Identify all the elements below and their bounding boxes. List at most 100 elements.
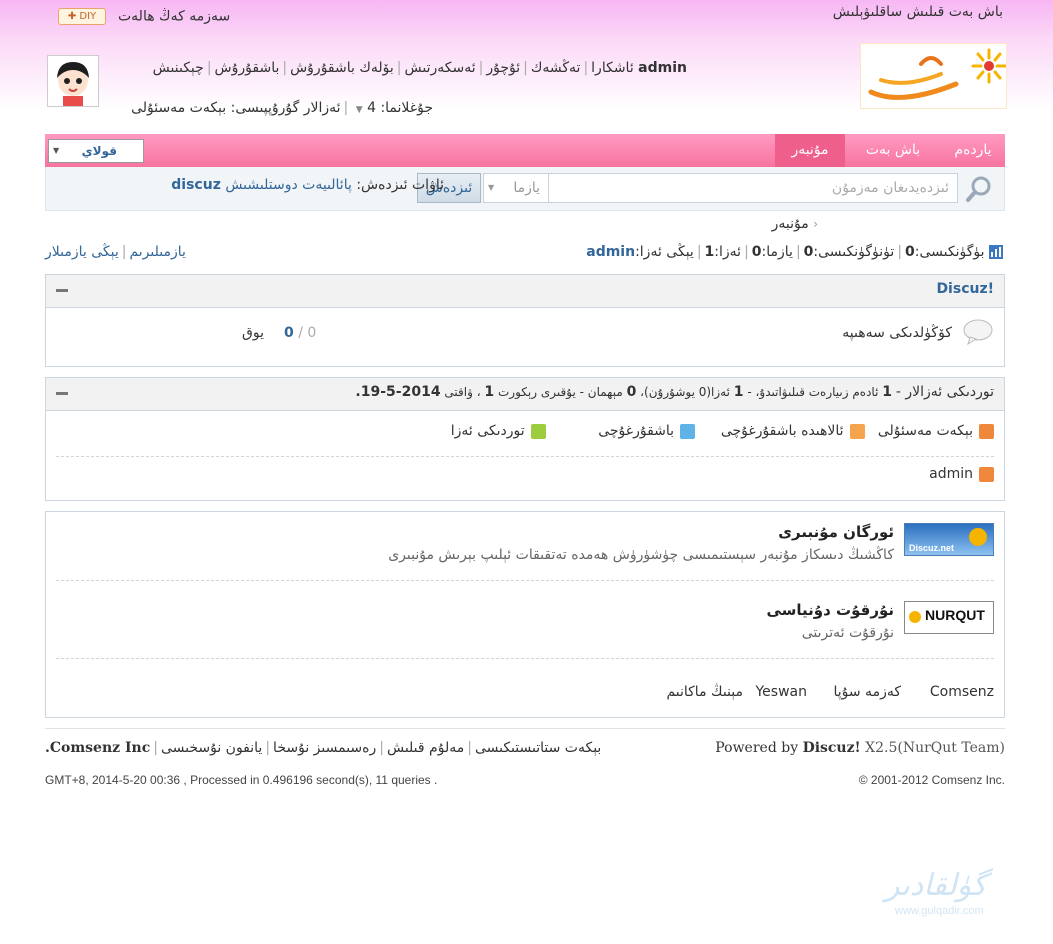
- discuz-link[interactable]: Discuz!: [803, 740, 861, 756]
- chevron-down-icon: ▼: [488, 183, 495, 192]
- stat-yesterday: 0: [803, 244, 814, 260]
- menu-settings[interactable]: تەڭشەك: [531, 60, 581, 76]
- footer-link[interactable]: يانفون نۇسخىسى: [161, 740, 262, 756]
- online-box: توردىكى ئەزالار - 1 ئادەم زىيارەت قىلىۋا…: [45, 377, 1005, 501]
- friend-links-box: Discuz.net ئورگان مۇنبىرى كاڭشىڭ دىسكاز …: [45, 511, 1005, 718]
- hot-search-label: ئاۋات ئىزدەش:: [356, 177, 444, 193]
- footer-link[interactable]: رەسىمسىز نۇسخا: [273, 740, 376, 756]
- user-avatar-icon: [48, 56, 98, 106]
- link-title[interactable]: نۇرقۇت دۇنياسى: [766, 601, 894, 619]
- forum-name-link[interactable]: كۆڭۈلدىكى سەھىپە: [842, 325, 952, 341]
- user-icon: [680, 423, 696, 439]
- menu-messages[interactable]: ئۇچۇر: [486, 60, 520, 76]
- divider: [56, 456, 994, 457]
- stat-today: 0: [905, 244, 915, 260]
- diy-arrow-icon: ✚: [67, 11, 77, 22]
- user-icon: [849, 423, 865, 439]
- menu-logout[interactable]: چېكىنىش: [153, 60, 204, 76]
- language-select[interactable]: ▼ قولاي: [48, 139, 144, 163]
- user-icon: [530, 423, 546, 439]
- dropdown-arrow-icon: ▼: [53, 146, 60, 155]
- text-link[interactable]: Comsenz: [930, 684, 994, 700]
- newest-member-link[interactable]: admin: [586, 244, 635, 260]
- footer-link[interactable]: مەلۇم قىلىش: [387, 740, 464, 756]
- copyright: © 2001-2012 Comsenz Inc.: [858, 773, 1005, 787]
- new-posts-link[interactable]: يېڭى يازمىلار: [45, 244, 119, 260]
- nav-item-help[interactable]: ياردەم: [941, 134, 1005, 167]
- avatar[interactable]: [47, 55, 99, 107]
- stat-members: 1: [704, 244, 715, 260]
- online-user-link[interactable]: admin: [929, 466, 973, 482]
- menu-admin[interactable]: باشقۇرۇش: [215, 60, 280, 76]
- collapse-icon[interactable]: [56, 289, 68, 292]
- watermark-url: www.gulqadir.com: [895, 905, 984, 917]
- search-input[interactable]: ئىزدەيدىغان مەزمۇن: [548, 173, 958, 203]
- processed-info: GMT+8, 2014-5-20 00:36 , Processed in 0.…: [45, 773, 438, 787]
- hot-search-item[interactable]: discuz: [171, 177, 221, 193]
- my-posts-link[interactable]: يازمىلىرىم: [129, 244, 185, 260]
- sun-logo-icon: [868, 48, 1007, 100]
- stat-posts: 0: [751, 244, 762, 260]
- text-link[interactable]: كەزمە سۇپا: [833, 684, 901, 700]
- sun-icon: [909, 611, 921, 623]
- online-legend: بېكەت مەسئۇلى ئالاھىدە باشقۇرغۇچى باشقۇر…: [451, 423, 994, 439]
- hot-search-item[interactable]: دوستلىشىش: [225, 177, 297, 193]
- user-icon: [979, 423, 994, 439]
- diy-button[interactable]: ✚ DIY: [58, 8, 106, 25]
- legend-item: بېكەت مەسئۇلى: [869, 423, 994, 439]
- hot-search-item[interactable]: پائالىيەت: [302, 177, 352, 193]
- collapse-icon[interactable]: [56, 392, 68, 395]
- topbar-right-links[interactable]: باش بەت قىلىش ساقلىۋېلىش: [833, 4, 1003, 20]
- nurqut-link-logo[interactable]: NURQUT: [904, 601, 994, 634]
- divider: [56, 658, 994, 659]
- category-box: Discuz! كۆڭۈلدىكى سەھىپە 0 / 0 يوق: [45, 274, 1005, 367]
- breadcrumb-current[interactable]: مۇنبەر: [772, 216, 809, 232]
- points-value[interactable]: 4: [367, 100, 376, 116]
- menu-section-admin[interactable]: بۆلەك باشقۇرۇش: [290, 60, 394, 76]
- user-info: جۇغلانما: 4 ▼ |ئەزالار گۇرۇپپىسى: بېكەت …: [131, 100, 433, 116]
- site-logo[interactable]: [860, 43, 1007, 109]
- nav-item-forum[interactable]: مۇنبەر: [775, 134, 845, 167]
- hot-searches: ئاۋات ئىزدەش: پائالىيەت دوستلىشىش discuz: [171, 177, 444, 193]
- link-description: كاڭشىڭ دىسكاز مۇنبەر سېستىمىسى چۈشۈرۈش ھ…: [388, 547, 894, 563]
- watermark: گۈلقادىر: [885, 868, 987, 903]
- chart-icon[interactable]: [989, 245, 1003, 259]
- user-menu: admin ئاشكارا|تەڭشەك|ئۇچۇر|ئەسكەرتىش|بۆل…: [152, 60, 687, 76]
- speech-bubble-icon: [962, 318, 994, 346]
- sun-icon: [969, 528, 987, 546]
- comsenz-link[interactable]: Comsenz Inc.: [45, 740, 150, 756]
- text-link[interactable]: Yeswan: [755, 684, 807, 700]
- group-value: بېكەت مەسئۇلى: [131, 100, 227, 116]
- points-label: جۇغلانما:: [380, 100, 433, 116]
- footer-links: بېكەت ستاتىستىكىسى|مەلۇم قىلىش|رەسىمسىز …: [45, 740, 602, 756]
- legend-item: باشقۇرغۇچى: [550, 423, 696, 439]
- online-title: توردىكى ئەزالار - 1 ئادەم زىيارەت قىلىۋا…: [355, 384, 994, 400]
- text-link[interactable]: مېنىڭ ماكانىم: [666, 684, 743, 700]
- link-description: نۇرقۇت ئەترىتى: [801, 625, 894, 641]
- online-user: admin: [929, 466, 994, 482]
- footer-powered: Powered by Discuz! X2.5(NurQut Team): [715, 740, 1005, 756]
- post-links: يازمىلىرىم|يېڭى يازمىلار: [45, 244, 186, 260]
- footer-link[interactable]: بېكەت ستاتىستىكىسى: [475, 740, 601, 756]
- discuz-link-logo[interactable]: Discuz.net: [904, 523, 994, 556]
- link-title[interactable]: ئورگان مۇنبىرى: [778, 523, 894, 541]
- category-header: Discuz!: [46, 275, 1004, 308]
- legend-item: ئالاھىدە باشقۇرغۇچى: [700, 423, 865, 439]
- points-dropdown-icon[interactable]: ▼: [356, 105, 363, 115]
- search-category-select[interactable]: ▼ يازما: [483, 173, 548, 203]
- forum-stats: بۈگۈنكىسى:0|تۈنۈگۈنكىسى:0|يازما:0|ئەزا:1…: [586, 244, 1003, 260]
- footer-divider: [45, 728, 1005, 729]
- search-icon[interactable]: [964, 175, 994, 203]
- topbar-left-links[interactable]: سەزمە كەڭ ھالەت: [118, 9, 230, 25]
- user-icon: [979, 466, 994, 482]
- forum-last-post: يوق: [242, 325, 264, 341]
- chevron-left-icon: ‹: [813, 217, 818, 231]
- menu-notifications[interactable]: ئەسكەرتىش: [405, 60, 476, 76]
- menu-public[interactable]: ئاشكارا: [591, 60, 634, 76]
- username-link[interactable]: admin: [638, 60, 687, 76]
- nav-item-home[interactable]: باش بەت: [845, 134, 941, 167]
- group-label: ئەزالار گۇرۇپپىسى:: [230, 100, 341, 116]
- category-title[interactable]: Discuz!: [936, 281, 994, 297]
- breadcrumb: ‹ مۇنبەر: [772, 216, 818, 232]
- online-header: توردىكى ئەزالار - 1 ئادەم زىيارەت قىلىۋا…: [46, 378, 1004, 411]
